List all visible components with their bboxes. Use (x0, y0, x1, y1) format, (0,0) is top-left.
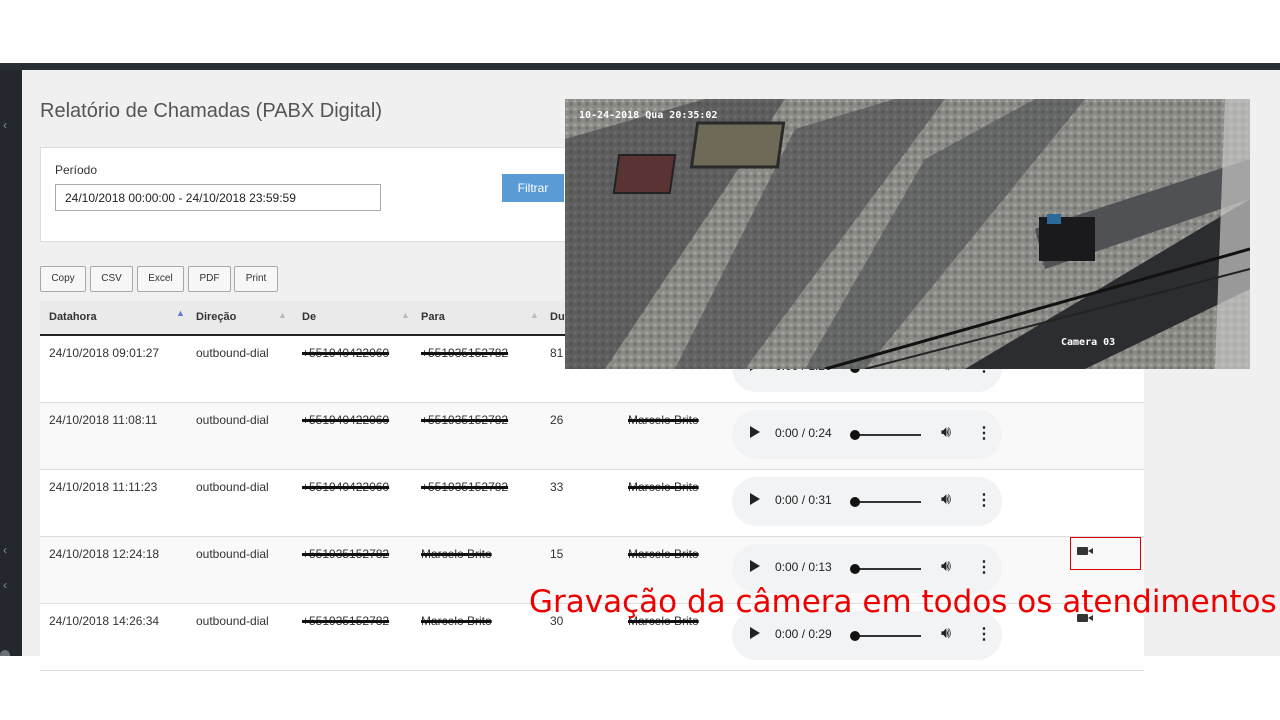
cell-duracao: 15 (550, 547, 564, 561)
app-top-strip (0, 63, 1280, 70)
column-header-para[interactable]: Para (421, 301, 445, 334)
volume-icon[interactable]: 🔊︎ (941, 558, 951, 576)
column-header-de[interactable]: De (302, 301, 316, 334)
cell-direcao: outbound-dial (196, 614, 269, 628)
copy-button[interactable]: Copy (40, 266, 86, 292)
cell-de: +551940422060 (302, 480, 390, 494)
play-icon[interactable] (750, 560, 760, 572)
cell-agente: Marcelo Brito (628, 547, 699, 561)
volume-icon[interactable]: 🔊︎ (941, 491, 951, 509)
cell-de: +551940422060 (302, 413, 390, 427)
audio-time: 0:00 / 0:24 (775, 426, 832, 440)
sort-icon[interactable]: ▲︎ (278, 310, 287, 320)
cell-para: +551935152782 (421, 413, 509, 427)
cell-direcao: outbound-dial (196, 547, 269, 561)
csv-button[interactable]: CSV (90, 266, 133, 292)
audio-time: 0:00 / 0:29 (775, 627, 832, 641)
sort-icon[interactable]: ▲︎ (401, 310, 410, 320)
more-options-icon[interactable]: ⋮ (976, 557, 992, 577)
filter-button[interactable]: Filtrar (502, 174, 564, 202)
cell-datahora: 24/10/2018 09:01:27 (49, 346, 160, 360)
cell-direcao: outbound-dial (196, 413, 269, 427)
sort-icon[interactable]: ▲︎ (530, 310, 539, 320)
play-icon[interactable] (750, 627, 760, 639)
cell-agente: Marcelo Brito (628, 413, 699, 427)
more-options-icon[interactable]: ⋮ (976, 490, 992, 510)
cell-de: +551940422060 (302, 346, 390, 360)
camera-feed: 10-24-2018 Qua 20:35:02 Camera 03 (565, 99, 1250, 369)
table-row: 24/10/2018 11:08:11 outbound-dial +55194… (40, 403, 1144, 470)
audio-progress-track[interactable] (854, 635, 921, 637)
audio-progress-knob[interactable] (850, 497, 860, 507)
more-options-icon[interactable]: ⋮ (976, 624, 992, 644)
chevron-left-icon[interactable]: ‹ (3, 543, 7, 557)
play-icon[interactable] (750, 493, 760, 505)
cell-duracao: 81 (550, 346, 564, 360)
camera-scene (565, 99, 1250, 369)
period-label: Período (55, 163, 98, 177)
audio-progress-track[interactable] (854, 568, 921, 570)
column-header-duracao[interactable]: Du (550, 301, 565, 334)
audio-player[interactable]: 0:00 / 0:31 🔊︎ ⋮ (732, 477, 1002, 526)
audio-time: 0:00 / 0:13 (775, 560, 832, 574)
audio-progress-knob[interactable] (850, 564, 860, 574)
cell-para: +551935152782 (421, 480, 509, 494)
cell-agente: Marcelo Brito (628, 480, 699, 494)
page-title: Relatório de Chamadas (PABX Digital) (40, 100, 383, 122)
cell-para: +551935152782 (421, 346, 509, 360)
cell-duracao: 33 (550, 480, 564, 494)
play-icon[interactable] (750, 426, 760, 438)
cell-duracao: 26 (550, 413, 564, 427)
cell-de: +551935152782 (302, 614, 390, 628)
audio-player[interactable]: 0:00 / 0:24 🔊︎ ⋮ (732, 410, 1002, 459)
print-button[interactable]: Print (234, 266, 278, 292)
column-header-datahora[interactable]: Datahora (49, 301, 97, 334)
audio-progress-track[interactable] (854, 501, 921, 503)
cell-para: Marcelo Brito (421, 547, 492, 561)
cell-para: Marcelo Brito (421, 614, 492, 628)
pdf-button[interactable]: PDF (188, 266, 231, 292)
cell-direcao: outbound-dial (196, 346, 269, 360)
filter-panel: Período 24/10/2018 00:00:00 - 24/10/2018… (40, 147, 582, 242)
audio-progress-track[interactable] (854, 434, 921, 436)
audio-progress-knob[interactable] (850, 430, 860, 440)
sidebar-toggle-icon[interactable] (0, 650, 10, 656)
camera-timestamp: 10-24-2018 Qua 20:35:02 (579, 110, 718, 121)
audio-time: 0:00 / 0:31 (775, 493, 832, 507)
column-header-direcao[interactable]: Direção (196, 301, 236, 334)
sort-asc-icon[interactable]: ▲ (176, 308, 185, 318)
volume-icon[interactable]: 🔊︎ (941, 424, 951, 442)
cell-datahora: 24/10/2018 14:26:34 (49, 614, 160, 628)
table-row: 24/10/2018 11:11:23 outbound-dial +55194… (40, 470, 1144, 537)
more-options-icon[interactable]: ⋮ (976, 423, 992, 443)
video-camera-icon[interactable] (1077, 547, 1093, 555)
cell-datahora: 24/10/2018 11:11:23 (49, 480, 158, 494)
audio-progress-knob[interactable] (850, 631, 860, 641)
period-input[interactable]: 24/10/2018 00:00:00 - 24/10/2018 23:59:5… (55, 184, 381, 211)
chevron-left-icon[interactable]: ‹ (3, 118, 7, 132)
cell-datahora: 24/10/2018 12:24:18 (49, 547, 160, 561)
camera-label: Camera 03 (1061, 337, 1116, 348)
chevron-left-icon[interactable]: ‹ (3, 578, 7, 592)
excel-button[interactable]: Excel (137, 266, 184, 292)
volume-icon[interactable]: 🔊︎ (941, 625, 951, 643)
cell-direcao: outbound-dial (196, 480, 269, 494)
cell-datahora: 24/10/2018 11:08:11 (49, 413, 158, 427)
camera-recording-caption: Gravação da câmera em todos os atendimen… (529, 584, 1277, 620)
sidebar: ‹ ‹ ‹ (0, 70, 22, 656)
cell-de: +551935152782 (302, 547, 390, 561)
